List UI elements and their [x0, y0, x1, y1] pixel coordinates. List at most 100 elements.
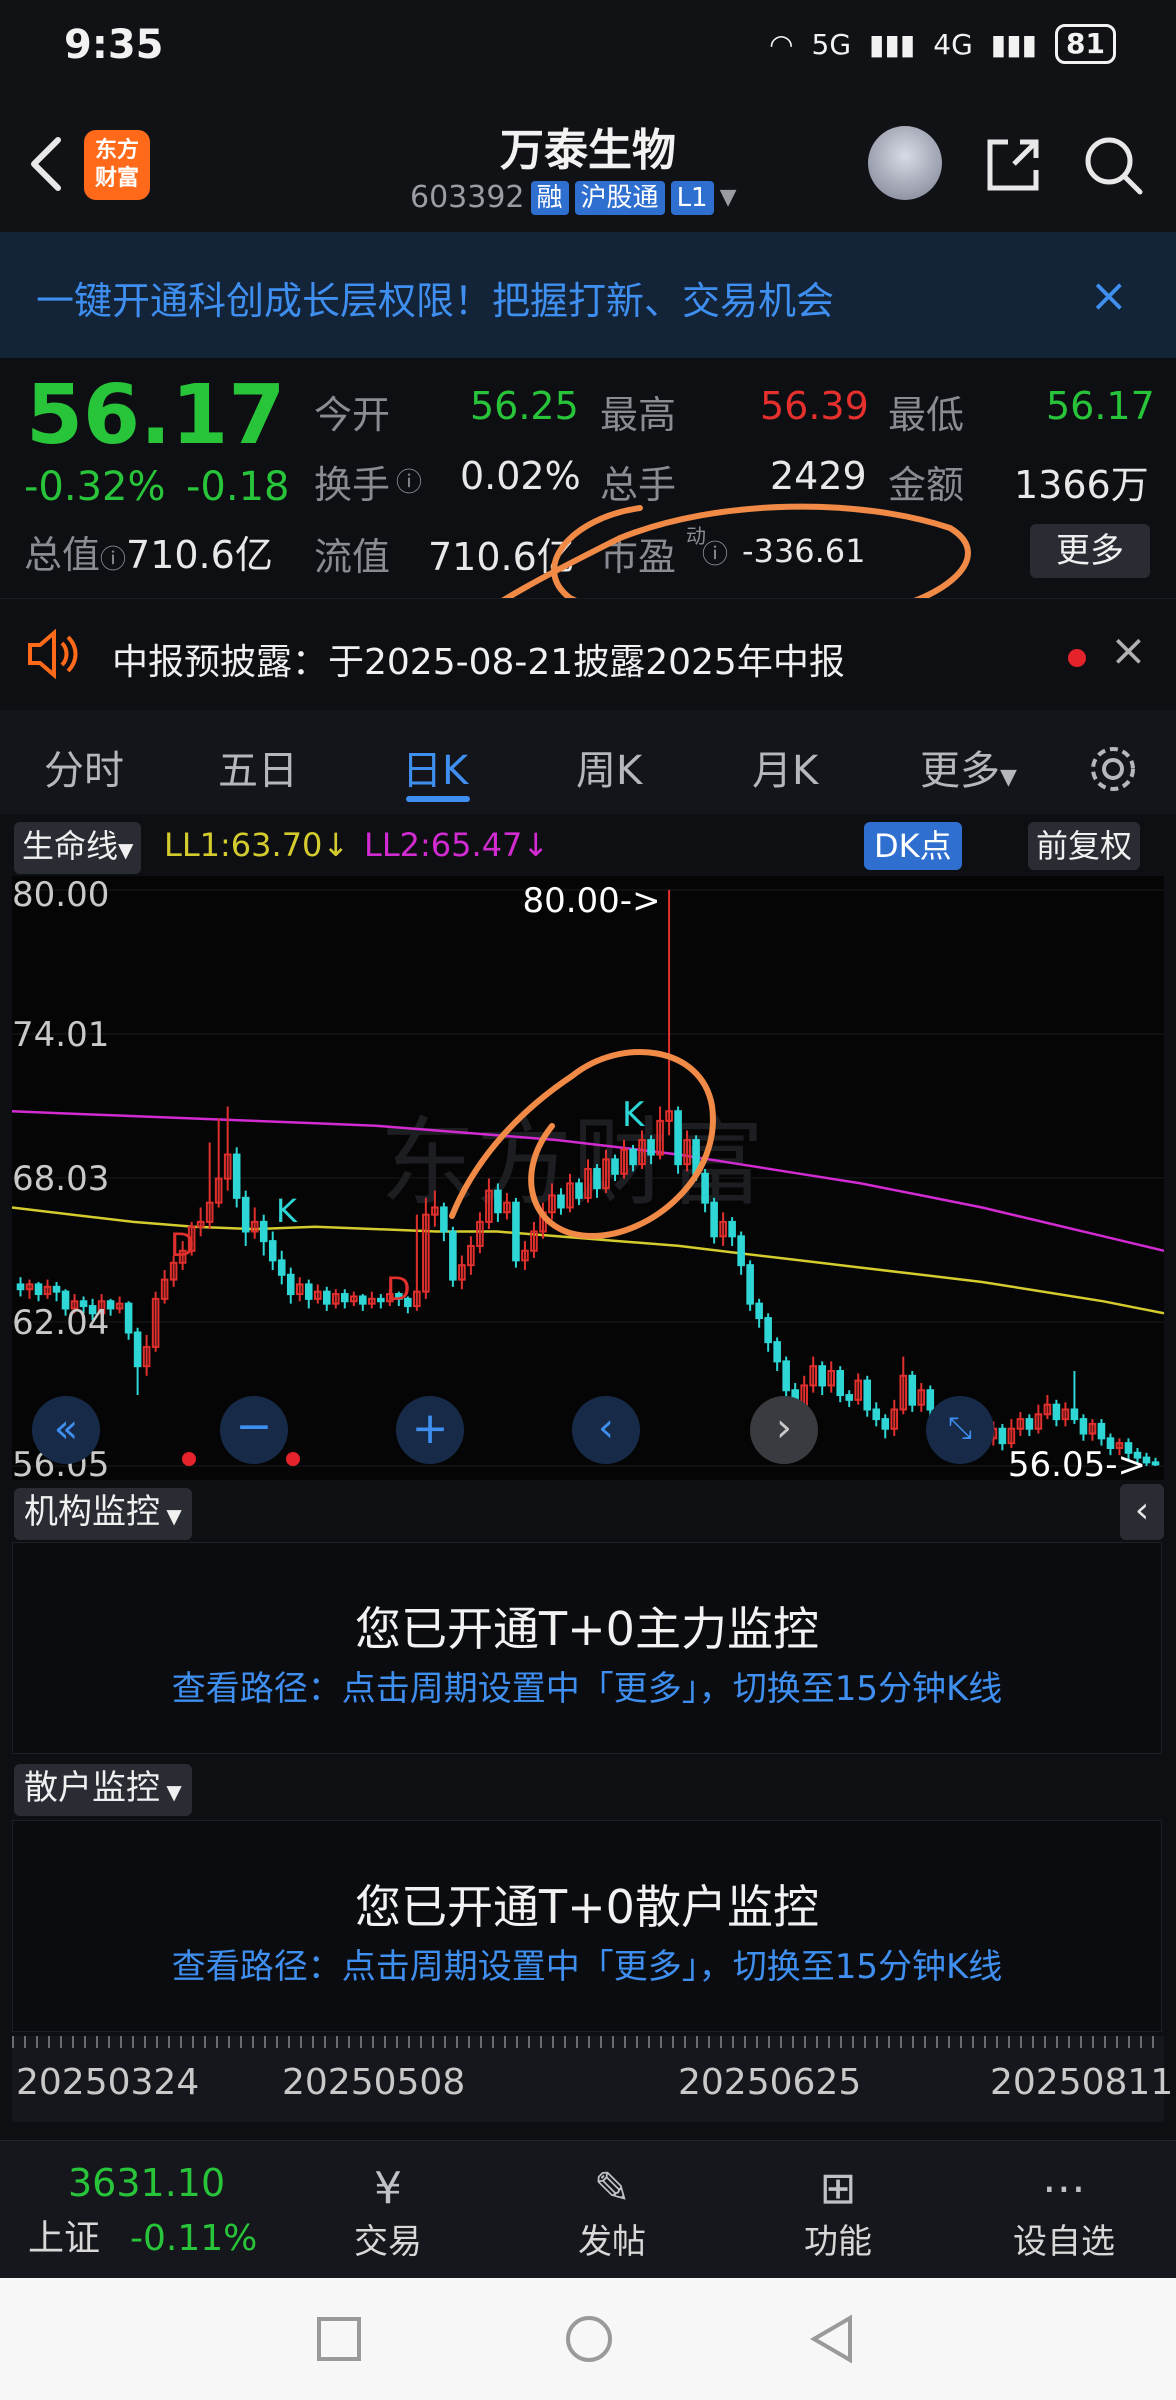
trade-button[interactable]: ¥ 交易	[318, 2163, 458, 2263]
candle-body	[629, 1148, 637, 1166]
x-ticks	[12, 2036, 1164, 2048]
pan-left-button[interactable]: ‹	[572, 1396, 640, 1464]
candle	[737, 1231, 745, 1275]
candle-body	[268, 1240, 277, 1262]
tab-monthly-k[interactable]: 月K	[752, 738, 818, 796]
candle	[890, 1399, 899, 1436]
last-price: 56.17	[26, 368, 286, 463]
index-change: -0.11%	[130, 2218, 258, 2259]
candle	[845, 1390, 854, 1408]
promo-banner[interactable]: 一键开通科创成长层权限！把握打新、交易机会 ×	[0, 232, 1176, 358]
retail-path[interactable]: 查看路径：点击周期设置中「更多」，切换至15分钟K线	[13, 1939, 1161, 1988]
candle-body	[124, 1302, 133, 1334]
rewind-button[interactable]: «	[32, 1396, 100, 1464]
low-value: 56.17	[1046, 384, 1155, 428]
recents-icon[interactable]	[316, 2316, 362, 2362]
assistant-avatar-icon[interactable]	[868, 126, 942, 200]
retail-monitor-panel: 您已开通T+0散户监控 查看路径：点击周期设置中「更多」，切换至15分钟K线	[12, 1820, 1162, 2032]
candle-body	[611, 1158, 619, 1175]
candle	[250, 1207, 259, 1239]
tab-more[interactable]: 更多▼	[920, 738, 1017, 796]
candle-body	[728, 1220, 736, 1238]
more-dots-icon: ⋯	[1042, 2163, 1086, 2214]
period-tabs: 分时 五日 日K 周K 月K 更多▼	[0, 710, 1176, 814]
function-button[interactable]: ⊞ 功能	[768, 2163, 908, 2263]
candle	[196, 1207, 205, 1237]
tab-weekly-k[interactable]: 周K	[576, 738, 642, 796]
indicator-select[interactable]: 生命线▼	[14, 822, 142, 874]
candle-body	[359, 1295, 367, 1305]
close-icon[interactable]: ×	[1089, 268, 1128, 322]
candle-body	[773, 1341, 781, 1363]
grid-icon: ⊞	[819, 2163, 857, 2214]
candle-body	[647, 1139, 655, 1156]
buy-marker-d: D	[386, 1270, 411, 1308]
stock-header: 东方 财富 万泰生物 603392 融 沪股通 L1 ▼	[0, 100, 1176, 232]
candle	[1097, 1419, 1106, 1446]
more-button[interactable]: 更多	[1030, 524, 1150, 578]
zoom-in-button[interactable]: +	[396, 1396, 464, 1464]
turnover-label: 换手	[314, 463, 391, 507]
ll1-value: LL1:63.70↓	[164, 826, 350, 864]
kline-chart[interactable]: 东方财富 80.0074.0168.0362.0456.05 80.00->56…	[11, 875, 1165, 1485]
post-button[interactable]: ✎ 发帖	[542, 2163, 682, 2263]
sell-marker-k: K	[622, 1095, 646, 1135]
info-icon[interactable]: ⓘ	[396, 462, 422, 499]
back-nav-icon[interactable]	[808, 2314, 854, 2364]
y-axis-labels: 80.0074.0168.0362.0456.05	[12, 875, 109, 1485]
home-icon[interactable]	[564, 2314, 614, 2364]
pan-right-button[interactable]: ›	[750, 1396, 818, 1464]
tab-intraday[interactable]: 分时	[44, 738, 124, 796]
dk-point-button[interactable]: DK点	[864, 822, 962, 870]
candle	[16, 1277, 25, 1297]
x-axis: 20250324 20250508 20250625 20250811	[12, 2036, 1173, 2122]
close-icon[interactable]: ×	[1110, 625, 1147, 676]
candle	[467, 1236, 475, 1275]
search-icon[interactable]	[1080, 132, 1146, 198]
candle	[368, 1291, 376, 1309]
notice-bar[interactable]: 中报预披露：于2025-08-21披露2025年中报 ×	[0, 598, 1176, 710]
candle	[530, 1221, 538, 1258]
candle-body	[232, 1153, 241, 1199]
index-ticker[interactable]: 3631.10 上证 -0.11%	[28, 2161, 258, 2261]
inst-path[interactable]: 查看路径：点击周期设置中「更多」，切换至15分钟K线	[13, 1661, 1161, 1710]
tab-underline	[406, 796, 470, 802]
buy-marker-d: D	[170, 1226, 195, 1264]
retail-heading: 您已开通T+0散户监控	[355, 1880, 819, 1934]
candle	[1151, 1457, 1160, 1466]
candle-body	[1151, 1461, 1160, 1466]
expand-icon[interactable]: ⤡	[926, 1396, 994, 1464]
speaker-icon	[28, 629, 78, 679]
candle-body	[926, 1389, 935, 1411]
candle	[440, 1202, 448, 1242]
candle	[1079, 1414, 1088, 1441]
candle	[512, 1197, 520, 1268]
candle	[1016, 1411, 1025, 1436]
candle-body	[1097, 1422, 1106, 1440]
watchlist-button[interactable]: ⋯ 设自选	[994, 2163, 1134, 2263]
collapse-icon[interactable]: ‹	[1120, 1484, 1164, 1540]
min-price-label: 56.05->	[1008, 1445, 1146, 1480]
adjust-button[interactable]: 前复权	[1028, 822, 1141, 870]
candle-body	[304, 1283, 313, 1300]
candle-body	[710, 1201, 718, 1238]
inst-monitor-select[interactable]: 机构监控 ▼	[14, 1488, 192, 1540]
candle	[1034, 1404, 1043, 1434]
candle-body	[286, 1273, 295, 1296]
candle	[836, 1366, 845, 1403]
stock-code-row[interactable]: 603392 融 沪股通 L1 ▼	[410, 180, 737, 215]
candle-body	[755, 1302, 763, 1320]
candle-body	[377, 1297, 385, 1303]
change-pct: -0.32%	[24, 464, 166, 510]
candle	[1088, 1419, 1097, 1441]
x-label: 20250508	[282, 2062, 466, 2103]
status-time: 9:35	[64, 22, 164, 68]
gear-icon[interactable]	[1086, 742, 1140, 796]
retail-monitor-select[interactable]: 散户监控 ▼	[14, 1764, 192, 1816]
zoom-out-button[interactable]: −	[220, 1396, 288, 1464]
candle-body	[701, 1172, 709, 1204]
tab-daily-k[interactable]: 日K	[402, 738, 468, 796]
high-label: 最高	[600, 393, 677, 437]
tab-five-day[interactable]: 五日	[218, 738, 298, 796]
share-icon[interactable]	[980, 132, 1046, 198]
